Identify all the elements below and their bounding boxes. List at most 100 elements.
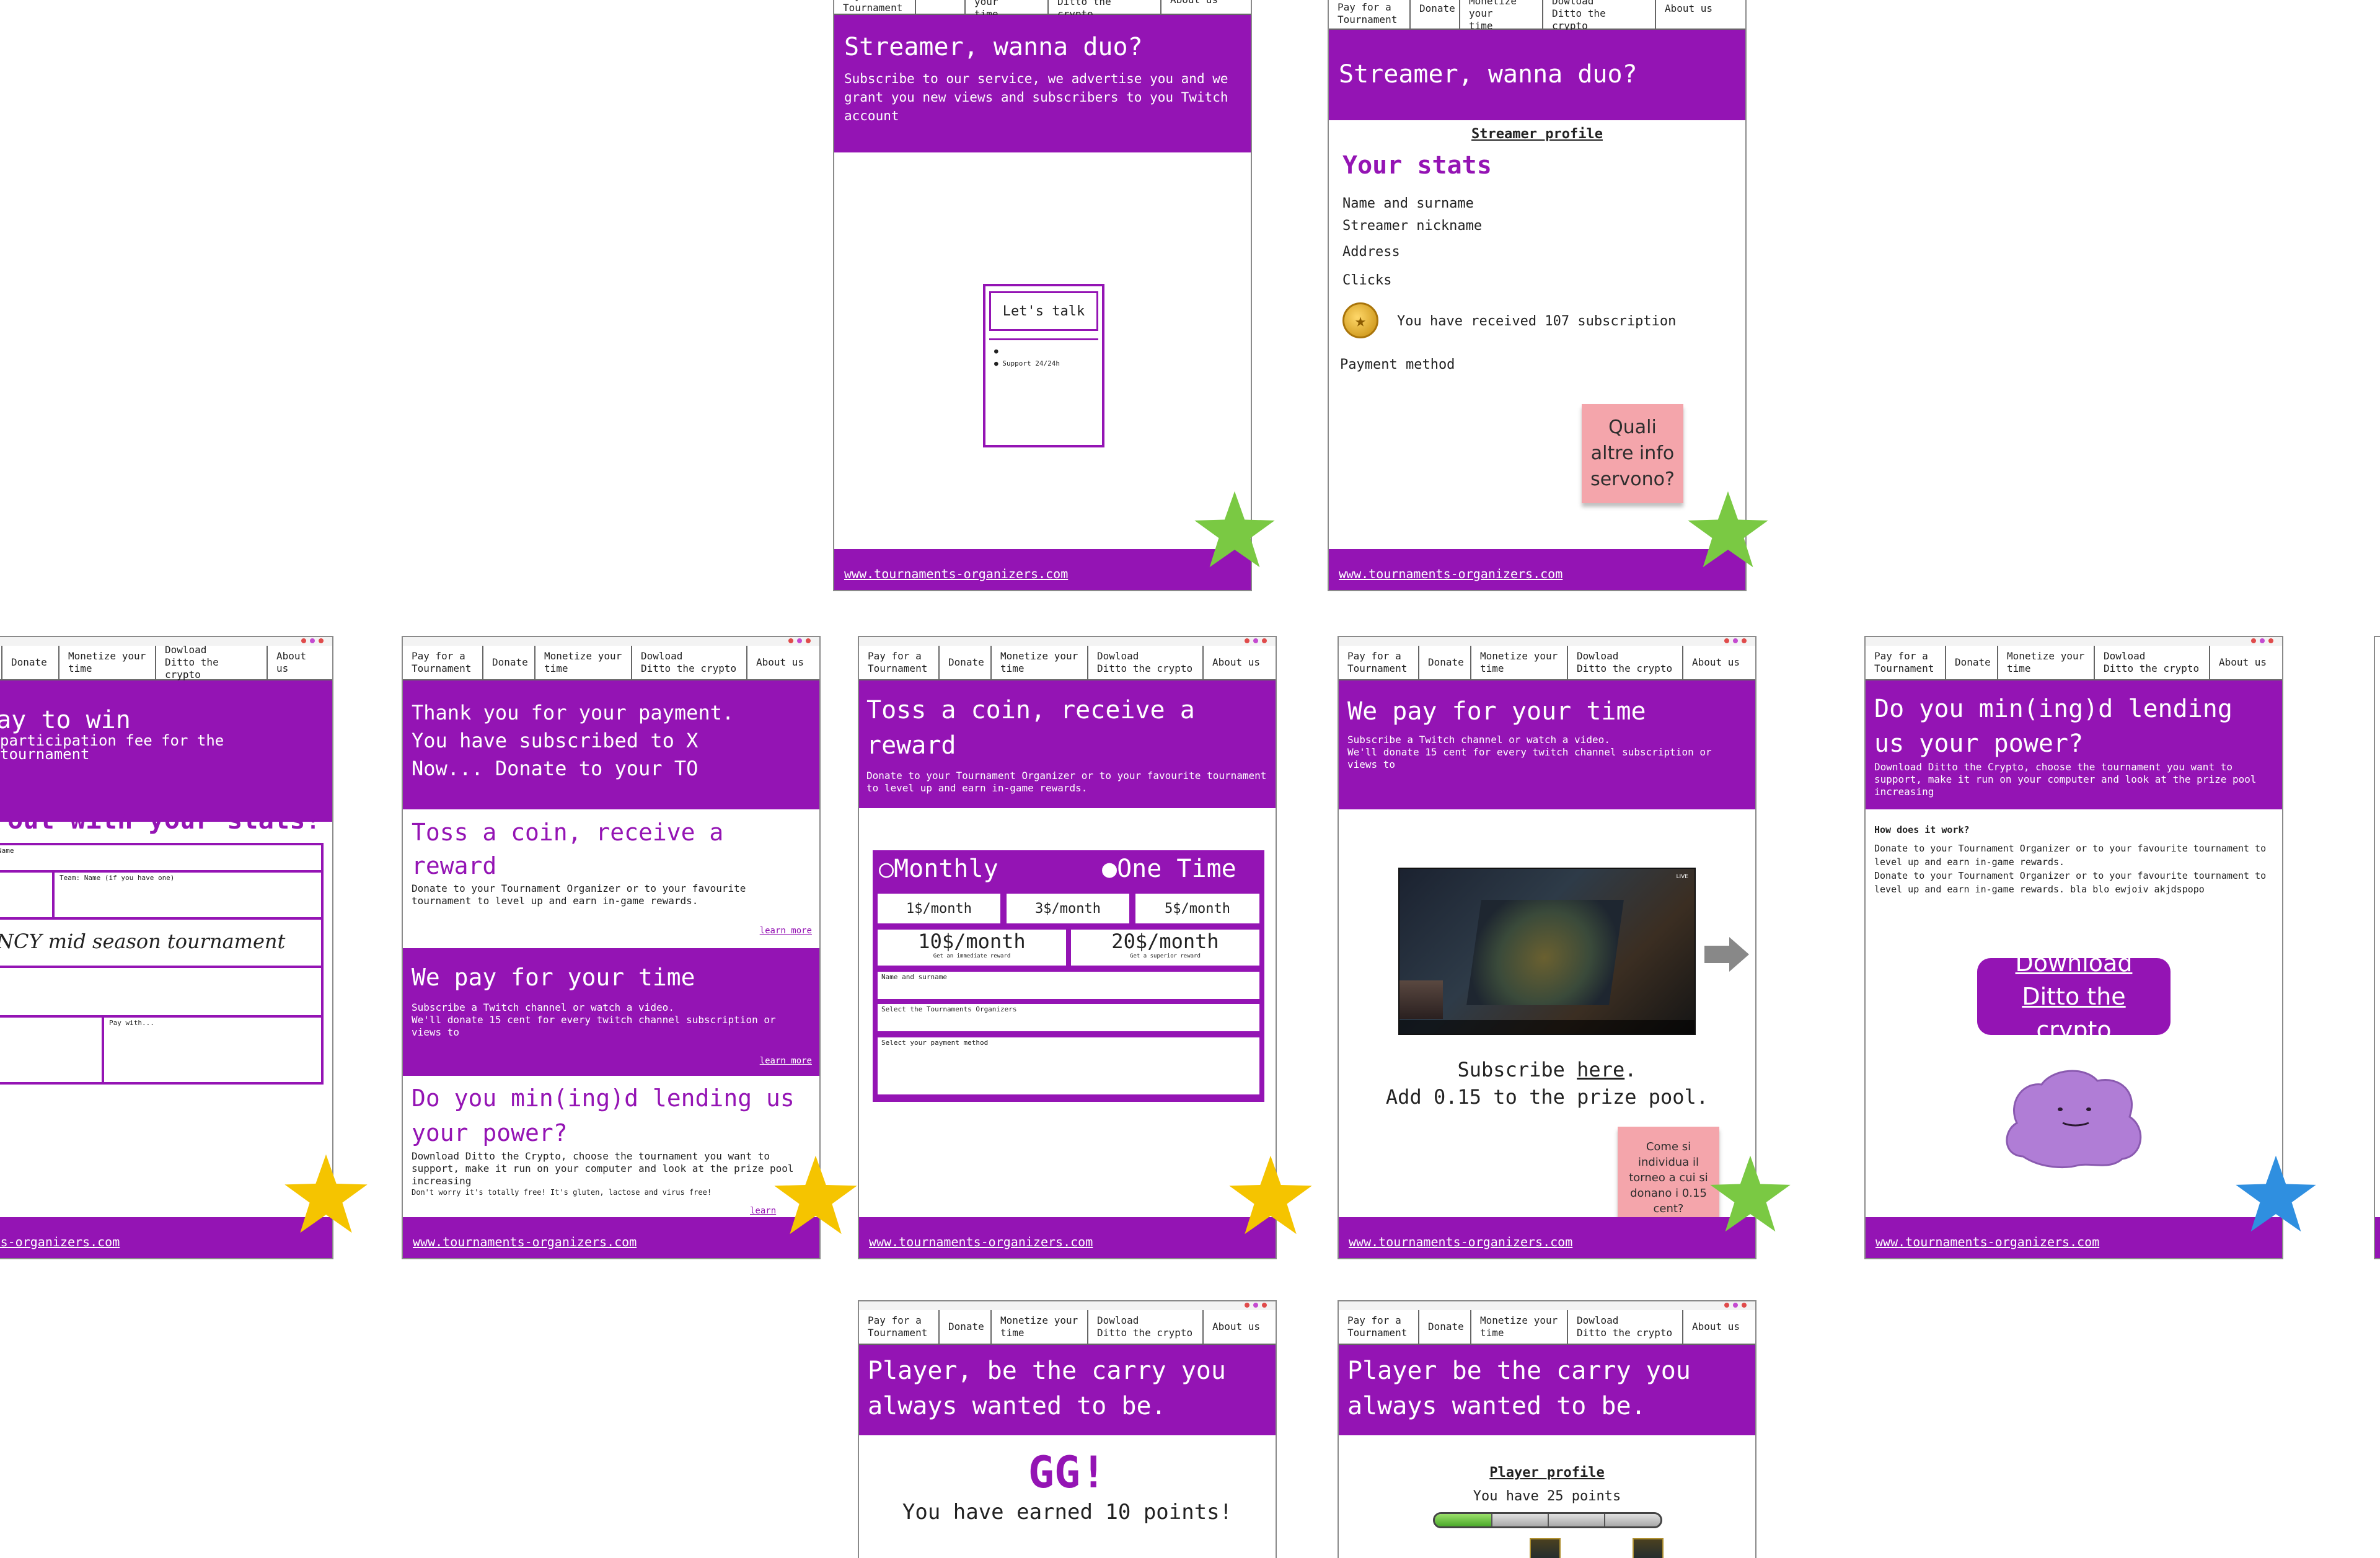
game-scene xyxy=(1466,900,1624,1005)
nav-donate[interactable]: Donate xyxy=(483,646,536,679)
tier-button-large[interactable]: 10$/month Get an immediate reward xyxy=(878,930,1066,966)
video-player[interactable]: LIVE xyxy=(1398,868,1696,1035)
nav-monetize[interactable]: Monetize your time xyxy=(1460,0,1543,32)
learn-more-link[interactable]: learn more xyxy=(760,926,812,936)
section-body: Donate to your Tournament Organizer or t… xyxy=(412,882,746,907)
signup-form: Name Team: Name (if you have one) NCY mi… xyxy=(0,843,324,1085)
nav-download[interactable]: Dowload Ditto the crypto xyxy=(1568,1310,1683,1344)
donation-form: ○Monthly ●One Time 1$/month 3$/month 5$/… xyxy=(873,850,1264,1102)
monthly-option[interactable]: ○Monthly xyxy=(879,852,998,886)
footer-url[interactable]: www.tournaments-organizers.com xyxy=(1339,566,1562,581)
tournament-field[interactable]: NCY mid season tournament xyxy=(0,920,321,968)
nav-monetize[interactable]: Monetize your time xyxy=(992,646,1088,679)
nav-about[interactable]: About us xyxy=(2210,646,2282,679)
nav-donate[interactable]: Donate xyxy=(1419,1310,1471,1344)
streamer-profile-link[interactable]: Streamer profile xyxy=(1329,126,1745,142)
player-field[interactable] xyxy=(0,873,55,920)
lets-talk-button[interactable]: Let's talk xyxy=(989,291,1098,331)
nav-monetize[interactable]: Monetize your time xyxy=(966,0,1049,20)
nav-about[interactable]: About us xyxy=(747,646,819,679)
tier-label: 10$/month xyxy=(918,930,1026,953)
nav-about[interactable]: About us xyxy=(1204,1310,1276,1344)
one-time-option[interactable]: ●One Time xyxy=(1102,852,1236,886)
blank-field[interactable] xyxy=(0,968,321,1018)
top-nav: Pay for a Tournament Donate Monetize you… xyxy=(403,646,819,680)
payment-select[interactable]: Select your payment method xyxy=(878,1037,1259,1094)
nav-about[interactable]: About us xyxy=(1683,1310,1755,1344)
nav-monetize[interactable]: Monetize your time xyxy=(992,1310,1088,1344)
nav-donate[interactable]: Donate xyxy=(2,646,60,679)
nav-pay-tournament[interactable]: Pay for a Tournament xyxy=(1866,646,1946,679)
nav-donate[interactable]: Donate xyxy=(940,1310,992,1344)
tier-button-large[interactable]: 20$/month Get a superior reward xyxy=(1071,930,1259,966)
footer-url[interactable]: www.tournaments-organizers.com xyxy=(869,1235,1093,1249)
footer-url[interactable]: www.tournaments-organizers.com xyxy=(0,1235,120,1249)
nav-pay-tournament[interactable]: Pay for a Tournament xyxy=(1329,0,1411,29)
nav-pay-tournament[interactable]: Pay for a Tournament xyxy=(1339,1310,1419,1344)
section-title: Toss a coin, receive a reward xyxy=(412,819,724,879)
tier-sub: Get a superior reward xyxy=(1130,953,1201,959)
team-field[interactable]: Team: Name (if you have one) xyxy=(55,873,321,920)
prize-line: Add 0.15 to the prize pool. xyxy=(1385,1085,1709,1109)
player-controls[interactable] xyxy=(1399,1020,1695,1034)
footer-url[interactable]: www.tournaments-organizers.com xyxy=(1875,1235,2099,1249)
nav-download[interactable]: Dowload Ditto the crypto xyxy=(1543,0,1656,32)
nav-donate[interactable]: Donate xyxy=(1419,646,1471,679)
footer-url[interactable]: www.tournaments-organizers.com xyxy=(1349,1235,1572,1249)
nav-donate[interactable]: Donate xyxy=(940,646,992,679)
progress-divider xyxy=(1548,1514,1549,1526)
nav-pay-tournament[interactable]: Pay for a Tournament xyxy=(859,1310,940,1344)
nav-about[interactable]: About us xyxy=(1683,646,1755,679)
organizer-select[interactable]: Select the Tournaments Organizers xyxy=(878,1004,1259,1031)
nav-pay-tournament[interactable]: Pay for a Tournament xyxy=(859,646,940,679)
lets-talk-card[interactable]: Let's talk ● ● Support 24/24h xyxy=(983,284,1104,447)
nav-donate[interactable]: Donate xyxy=(1411,0,1460,29)
nav-download[interactable]: Dowload Ditto the crypto xyxy=(156,644,268,680)
nav-download[interactable]: Dowload Ditto the crypto xyxy=(1088,646,1204,679)
browser-chrome xyxy=(1339,1301,1755,1310)
nav-monetize[interactable]: Monetize your time xyxy=(1471,646,1568,679)
nav-pay-tournament[interactable]: Pay for a Tournament xyxy=(834,0,916,14)
nav-about[interactable]: About us xyxy=(1161,0,1251,14)
nav-donate[interactable] xyxy=(916,0,966,14)
lets-talk-label: Let's talk xyxy=(1002,303,1085,319)
nav-monetize[interactable]: Monetize your time xyxy=(1471,1310,1568,1344)
hero-title: Player, be the carry you always wanted t… xyxy=(868,1357,1226,1420)
nav-monetize[interactable]: Monetize your time xyxy=(1998,646,2095,679)
nav-monetize[interactable]: Monetize your time xyxy=(60,646,156,679)
download-ditto-button[interactable]: Download Ditto the crypto xyxy=(1977,949,2171,1044)
nav-about[interactable]: About us xyxy=(268,646,332,679)
sticky-note: Quali altre info servono? xyxy=(1582,404,1683,503)
tier-button[interactable]: 5$/month xyxy=(1135,894,1259,923)
list-item: ● Support 24/24h xyxy=(994,359,1060,367)
pay-with-field[interactable]: Pay with... xyxy=(104,1018,321,1082)
nav-download[interactable]: Dowload Ditto the crypto xyxy=(1049,0,1161,20)
player-profile-link[interactable]: Player profile xyxy=(1339,1465,1755,1481)
frame-we-pay: Pay for a Tournament Donate Monetize you… xyxy=(1338,636,1756,1259)
nav-download[interactable]: Dowload Ditto the crypto xyxy=(1088,1310,1204,1344)
list-item: ● xyxy=(994,347,998,355)
nav-pay-tournament[interactable]: Pay for a Tournament xyxy=(403,646,483,679)
amount-field[interactable] xyxy=(0,1018,104,1082)
nav-about[interactable]: About us xyxy=(1656,0,1745,29)
nav-donate[interactable]: Donate xyxy=(1946,646,1998,679)
nav-download[interactable]: Dowload Ditto the crypto xyxy=(2095,646,2210,679)
footer-url[interactable]: www.tournaments-organizers.com xyxy=(413,1235,637,1249)
hero-body: Donate to your Tournament Organizer or t… xyxy=(866,770,1267,794)
nav-about[interactable]: About us xyxy=(1204,646,1276,679)
nav-download[interactable]: Dowload Ditto the crypto xyxy=(632,646,747,679)
learn-more-link[interactable]: learn more xyxy=(760,1056,812,1066)
tier-button[interactable]: 3$/month xyxy=(1007,894,1129,923)
footer-url[interactable]: www.tournaments-organizers.com xyxy=(844,566,1068,581)
tier-button[interactable]: 1$/month xyxy=(878,894,1000,923)
nav-monetize[interactable]: Monetize your time xyxy=(536,646,632,679)
name-field[interactable]: Name xyxy=(0,845,321,873)
subscribe-link[interactable]: here xyxy=(1577,1058,1624,1081)
field-address: Address xyxy=(1342,244,1400,260)
nav-download[interactable]: Dowload Ditto the crypto xyxy=(1568,646,1683,679)
hero-body: Subscribe to our service, we advertise y… xyxy=(844,71,1228,123)
progress-fill xyxy=(1435,1514,1491,1526)
progress-divider xyxy=(1604,1514,1605,1526)
name-field[interactable]: Name and surname xyxy=(878,972,1259,999)
nav-pay-tournament[interactable]: Pay for a Tournament xyxy=(1339,646,1419,679)
